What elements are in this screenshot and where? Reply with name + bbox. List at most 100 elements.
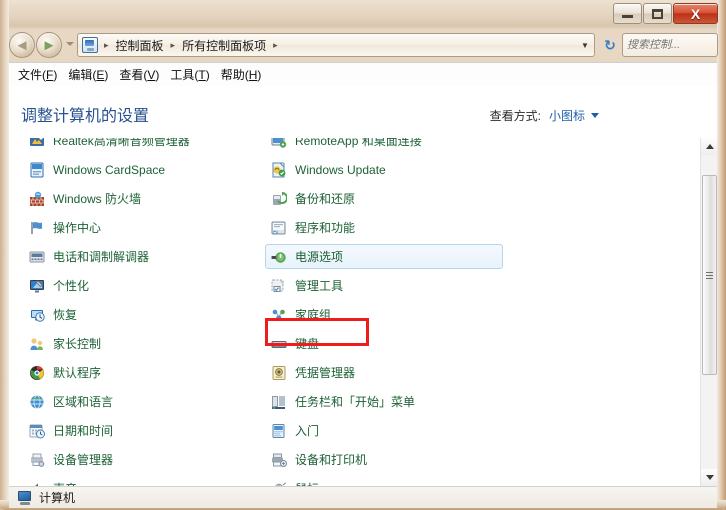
control-panel-item-label: 备份和还原 — [295, 192, 356, 206]
control-panel-item-label: Realtek高清晰音频管理器 — [53, 138, 190, 148]
region-language-icon — [29, 394, 45, 410]
items-column-left: Realtek高清晰音频管理器 Windows CardSpace Windows … — [27, 138, 277, 486]
control-panel-item[interactable]: 个性化 — [27, 271, 277, 300]
control-panel-item[interactable]: 家长控制 — [27, 329, 277, 358]
breadcrumb-item-all-items[interactable]: 所有控制面板项 — [178, 35, 270, 56]
control-panel-item[interactable]: 电话和调制解调器 — [27, 242, 277, 271]
control-panel-item[interactable]: RemoteApp 和桌面连接 — [269, 138, 519, 155]
control-panel-item[interactable]: 设备和打印机 — [269, 445, 519, 474]
search-input[interactable] — [627, 39, 726, 51]
view-by-control[interactable]: 查看方式: 小图标 — [490, 107, 599, 124]
control-panel-item[interactable]: 凭据管理器 — [269, 358, 519, 387]
control-panel-item[interactable]: 声音 — [27, 474, 277, 486]
chevron-down-icon[interactable] — [591, 113, 599, 118]
mouse-icon — [271, 481, 287, 486]
control-panel-items-list: Realtek高清晰音频管理器 Windows CardSpace Windows … — [9, 138, 697, 486]
admin-tools-icon — [271, 278, 287, 294]
control-panel-item[interactable]: 默认程序 — [27, 358, 277, 387]
restore-icon — [652, 8, 663, 19]
menu-paren-help: ) — [257, 68, 262, 82]
recent-pages-dropdown-icon[interactable] — [66, 42, 74, 46]
minimize-button[interactable] — [613, 3, 642, 24]
recovery-icon — [29, 307, 45, 323]
control-panel-item[interactable]: 电源选项 — [265, 242, 519, 271]
backup-restore-icon — [271, 191, 288, 207]
control-panel-item[interactable]: 鼠标 — [269, 474, 519, 486]
scroll-up-button[interactable] — [701, 138, 717, 155]
control-panel-item[interactable]: 恢复 — [27, 300, 277, 329]
menu-item-view[interactable]: 查看(V) — [119, 63, 170, 86]
forward-arrow-icon: ► — [41, 36, 57, 54]
control-panel-item-label: 鼠标 — [295, 480, 319, 486]
control-panel-item[interactable]: 设备管理器 — [27, 445, 277, 474]
minimize-icon — [622, 15, 633, 18]
window-left-border — [0, 0, 9, 510]
breadcrumb-separator: ▸ — [104, 39, 109, 50]
action-center-icon — [29, 220, 45, 236]
close-icon: X — [690, 5, 701, 22]
control-panel-item[interactable]: 键盘 — [269, 329, 519, 358]
breadcrumb-separator: ▸ — [170, 39, 176, 50]
items-column-right: RemoteApp 和桌面连接 Windows Update 备份和还原程序和功能电… — [265, 138, 519, 486]
refresh-button[interactable]: ↻ — [600, 35, 620, 55]
navigation-bar: ◄ ► ▸ 控制面板 ▸ 所有控制面板项 ▸ ▼ ↻ — [0, 28, 726, 62]
menu-accel-tools: T — [198, 68, 206, 82]
menu-label-edit: 编辑( — [68, 68, 97, 82]
homegroup-icon — [271, 307, 287, 323]
control-panel-item[interactable]: 入门 — [269, 416, 519, 445]
forward-button[interactable]: ► — [36, 32, 62, 58]
view-by-value[interactable]: 小图标 — [549, 107, 585, 124]
control-panel-item[interactable]: 备份和还原 — [269, 184, 519, 213]
vertical-scrollbar[interactable] — [700, 138, 717, 486]
menu-item-edit[interactable]: 编辑(E) — [68, 63, 119, 86]
control-panel-item[interactable]: Windows 防火墙 — [27, 184, 277, 213]
maximize-restore-button[interactable] — [643, 3, 672, 24]
address-bar[interactable]: ▸ 控制面板 ▸ 所有控制面板项 ▸ ▼ — [77, 33, 595, 57]
breadcrumb-item-control-panel[interactable]: 控制面板 — [112, 35, 168, 56]
search-box[interactable] — [622, 33, 726, 57]
date-time-icon — [29, 423, 45, 439]
control-panel-item[interactable]: 操作中心 — [27, 213, 277, 242]
control-panel-item-label: Windows CardSpace — [53, 162, 166, 177]
control-panel-item[interactable]: Realtek高清晰音频管理器 — [27, 138, 277, 155]
windows-update-icon — [271, 162, 287, 178]
control-panel-item[interactable]: 日期和时间 — [27, 416, 277, 445]
scroll-down-button[interactable] — [701, 469, 717, 486]
control-panel-item-label: 家长控制 — [53, 337, 102, 351]
scrollbar-thumb[interactable] — [702, 175, 717, 375]
breadcrumb-separator: ▸ — [273, 39, 278, 50]
default-programs-icon — [29, 365, 45, 381]
control-panel-item-label: 键盘 — [295, 337, 320, 351]
window-controls: X — [612, 3, 718, 24]
sound-icon — [29, 481, 45, 486]
devices-printers-icon — [271, 452, 287, 468]
window-right-border — [717, 0, 726, 510]
back-button[interactable]: ◄ — [9, 32, 35, 58]
control-panel-item[interactable]: 任务栏和「开始」菜单 — [269, 387, 519, 416]
close-button[interactable]: X — [673, 3, 718, 24]
phone-modem-icon — [29, 249, 45, 265]
control-panel-item-label: 家庭组 — [295, 308, 332, 322]
control-panel-item[interactable]: 程序和功能 — [269, 213, 519, 242]
menu-item-tools[interactable]: 工具(T) — [170, 63, 220, 86]
computer-icon-base — [20, 501, 30, 505]
control-panel-item-label: 管理工具 — [295, 279, 344, 293]
menu-paren-file: ) — [53, 68, 58, 82]
control-panel-item[interactable]: Windows CardSpace — [27, 155, 277, 184]
menu-item-help[interactable]: 帮助(H) — [221, 63, 273, 86]
control-panel-item-label: 个性化 — [53, 279, 90, 293]
control-panel-item[interactable]: 管理工具 — [269, 271, 519, 300]
control-panel-item-label: 默认程序 — [53, 366, 102, 380]
control-panel-item[interactable]: 家庭组 — [269, 300, 519, 329]
control-panel-item[interactable]: Windows Update — [269, 155, 519, 184]
firewall-icon — [29, 191, 45, 207]
control-panel-item[interactable]: 区域和语言 — [27, 387, 277, 416]
control-panel-item-label: 设备和打印机 — [295, 453, 368, 467]
address-dropdown-icon[interactable]: ▼ — [578, 34, 592, 56]
control-panel-item-label: 设备管理器 — [53, 453, 114, 467]
control-panel-item-label: 区域和语言 — [53, 395, 114, 409]
control-panel-item-label: 程序和功能 — [295, 221, 356, 235]
control-panel-item-label: Windows Update — [295, 162, 386, 177]
menu-item-file[interactable]: 文件(F) — [18, 63, 68, 86]
personalization-icon — [29, 278, 45, 294]
